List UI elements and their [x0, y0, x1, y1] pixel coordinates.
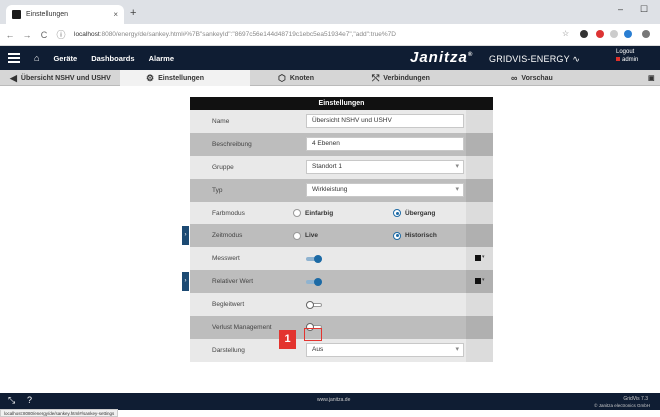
row-typ: Typ Wirkleistung: [190, 178, 493, 202]
node-icon: ⬡: [278, 72, 286, 83]
field-label: Relativer Wert: [212, 278, 254, 286]
sankey-toolbar: ◀ Übersicht NSHV und USHV ⚙ Einstellunge…: [0, 70, 660, 86]
relativer-wert-toggle[interactable]: [306, 277, 322, 286]
row-darstellung: Darstellung Aus: [190, 338, 493, 362]
copyright-label: © Janitza electronics GmbH: [594, 403, 650, 408]
name-input[interactable]: Übersicht NSHV und USHV: [306, 114, 464, 129]
field-label: Zeitmodus: [212, 232, 243, 240]
user-icon: [616, 57, 620, 61]
gruppe-select[interactable]: Standort 1: [306, 160, 464, 175]
profile-icon[interactable]: [642, 30, 650, 38]
status-url: localhost:8080/energy/de/sankey.html#/sa…: [0, 409, 119, 417]
row-begleitwert: Begleitwert: [190, 293, 493, 317]
highlight-box: [304, 328, 322, 341]
row-messwert: Messwert ▾: [190, 247, 493, 271]
color-picker[interactable]: [475, 255, 481, 262]
extension-icon[interactable]: [610, 30, 618, 38]
app-footer: ⤡ ? www.janitza.de GridVis 7.3 © Janitza…: [0, 393, 660, 410]
hamburger-menu-icon[interactable]: [8, 51, 20, 65]
begleitwert-toggle[interactable]: [306, 300, 322, 309]
new-tab-button[interactable]: +: [130, 7, 136, 19]
radio-historisch[interactable]: Historisch: [393, 231, 437, 240]
save-icon[interactable]: ▣: [648, 70, 655, 86]
address-bar: ← → C ⓘ localhost:8080/energy/de/sankey.…: [0, 24, 660, 46]
bookmark-star-icon[interactable]: ☆: [562, 29, 569, 38]
panel-title: Einstellungen: [190, 97, 493, 110]
url-field[interactable]: localhost:8080/energy/de/sankey.html#%7B…: [74, 31, 396, 38]
row-farbmodus: Farbmodus Einfarbig Übergang: [190, 201, 493, 225]
row-verlust-management: Verlust Management: [190, 316, 493, 339]
settings-panel: Einstellungen Name Übersicht NSHV und US…: [182, 97, 493, 373]
reload-button[interactable]: C: [37, 30, 51, 40]
version-label: GridVis 7.3: [623, 396, 648, 402]
help-icon[interactable]: ?: [27, 395, 32, 405]
field-label: Messwert: [212, 255, 240, 263]
tab-title: Einstellungen: [26, 11, 69, 18]
beschreibung-input[interactable]: 4 Ebenen: [306, 137, 464, 152]
row-gruppe: Gruppe Standort 1: [190, 155, 493, 179]
messwert-toggle[interactable]: [306, 254, 322, 263]
website-link[interactable]: www.janitza.de: [317, 397, 350, 403]
radio-einfarbig[interactable]: Einfarbig: [293, 209, 333, 217]
home-icon[interactable]: ⌂: [34, 53, 39, 63]
radio-live[interactable]: Live: [293, 231, 318, 240]
expand-arrow-icon[interactable]: ›: [182, 226, 189, 246]
extension-icon[interactable]: [624, 30, 632, 38]
janitza-logo: Janitza®: [410, 49, 474, 66]
extension-icon[interactable]: [596, 30, 604, 38]
connection-icon: ⤲: [372, 72, 380, 83]
tab-knoten[interactable]: ⬡ Knoten: [278, 70, 314, 86]
product-name: GRIDVIS-ENERGY ∿: [489, 54, 581, 64]
back-to-overview-button[interactable]: ◀ Übersicht NSHV und USHV: [10, 70, 111, 86]
forward-button[interactable]: →: [20, 30, 34, 40]
darstellung-select[interactable]: Aus: [306, 343, 464, 358]
logout-button[interactable]: Logout admin: [616, 48, 638, 64]
field-label: Typ: [212, 186, 223, 194]
info-icon: ⓘ: [56, 30, 66, 40]
nav-alarme[interactable]: Alarme: [149, 54, 174, 63]
nav-dashboards[interactable]: Dashboards: [91, 54, 134, 63]
field-label: Darstellung: [212, 346, 245, 354]
back-arrow-icon: ◀: [10, 72, 17, 83]
chevron-down-icon[interactable]: ▾: [482, 254, 485, 260]
row-zeitmodus: › Zeitmodus Live Historisch: [182, 224, 493, 248]
step-marker: 1: [279, 330, 296, 349]
typ-select[interactable]: Wirkleistung: [306, 183, 464, 198]
minimize-button[interactable]: –: [618, 4, 623, 14]
field-label: Gruppe: [212, 163, 234, 171]
radio-uebergang[interactable]: Übergang: [393, 209, 435, 217]
chevron-down-icon[interactable]: ▾: [482, 277, 485, 283]
glasses-icon: ∞: [511, 73, 518, 83]
favicon-icon: [12, 10, 21, 19]
field-label: Name: [212, 117, 230, 125]
collapse-icon[interactable]: ⤡: [8, 395, 15, 406]
browser-tabbar: Einstellungen × + – ☐: [0, 0, 660, 24]
tab-verbindungen[interactable]: ⤲ Verbindungen: [372, 70, 430, 86]
field-label: Beschreibung: [212, 140, 252, 148]
gear-icon: ⚙: [146, 72, 155, 83]
color-picker[interactable]: [475, 278, 481, 285]
tab-vorschau[interactable]: ∞ Vorschau: [511, 70, 553, 86]
nav-geraete[interactable]: Geräte: [53, 54, 77, 63]
tab-einstellungen[interactable]: ⚙ Einstellungen: [120, 70, 250, 86]
field-label: Begleitwert: [212, 301, 245, 309]
app-header: ⌂ Geräte Dashboards Alarme Janitza® GRID…: [0, 46, 660, 70]
row-beschreibung: Beschreibung 4 Ebenen: [190, 132, 493, 156]
extension-icon[interactable]: [580, 30, 588, 38]
row-name: Name Übersicht NSHV und USHV: [190, 110, 493, 133]
expand-arrow-icon[interactable]: ›: [182, 272, 189, 292]
row-relativer-wert: › Relativer Wert ▾: [182, 270, 493, 294]
back-button[interactable]: ←: [3, 30, 17, 40]
field-label: Verlust Management: [212, 323, 272, 331]
maximize-button[interactable]: ☐: [640, 4, 648, 15]
tab-close-icon[interactable]: ×: [113, 10, 118, 19]
browser-tab[interactable]: Einstellungen ×: [6, 5, 124, 24]
field-label: Farbmodus: [212, 209, 245, 217]
